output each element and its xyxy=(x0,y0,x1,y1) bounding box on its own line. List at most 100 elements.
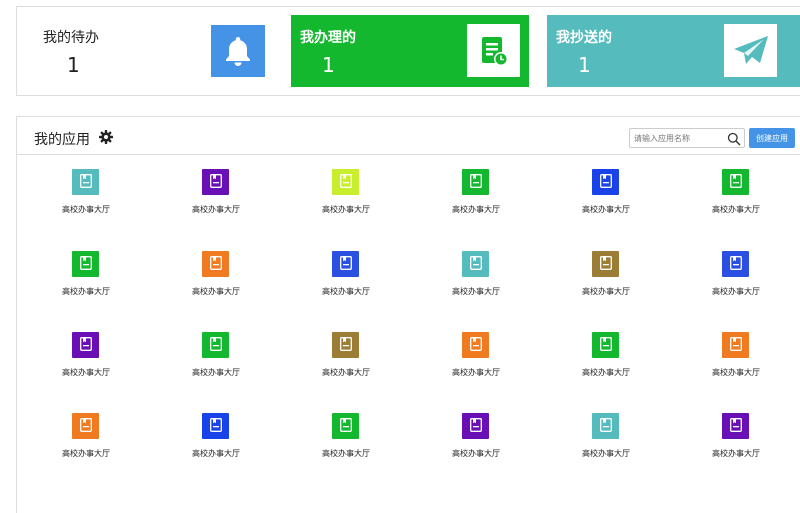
app-document-icon xyxy=(79,336,92,355)
gear-icon[interactable] xyxy=(99,129,113,148)
app-item[interactable]: 高校办事大厅 xyxy=(181,251,251,311)
app-item[interactable]: 高校办事大厅 xyxy=(701,332,771,392)
app-document-icon xyxy=(599,173,612,192)
cc-title: 我抄送的 xyxy=(556,30,612,46)
app-tile[interactable] xyxy=(72,169,99,195)
app-label: 高校办事大厅 xyxy=(712,449,760,458)
app-document-icon xyxy=(469,336,482,355)
app-label: 高校办事大厅 xyxy=(452,368,500,377)
app-item[interactable]: 高校办事大厅 xyxy=(571,169,641,229)
app-item[interactable]: 高校办事大厅 xyxy=(51,332,121,392)
app-item[interactable]: 高校办事大厅 xyxy=(441,169,511,229)
todo-count: 1 xyxy=(67,53,80,77)
app-tile[interactable] xyxy=(722,251,749,277)
app-document-icon xyxy=(339,173,352,192)
app-tile[interactable] xyxy=(462,413,489,439)
app-document-icon xyxy=(599,255,612,274)
app-item[interactable]: 高校办事大厅 xyxy=(701,251,771,311)
app-item[interactable]: 高校办事大厅 xyxy=(311,413,381,473)
app-item[interactable]: 高校办事大厅 xyxy=(311,251,381,311)
bell-icon xyxy=(211,25,265,77)
app-label: 高校办事大厅 xyxy=(452,287,500,296)
app-item[interactable]: 高校办事大厅 xyxy=(441,251,511,311)
app-label: 高校办事大厅 xyxy=(452,449,500,458)
app-tile[interactable] xyxy=(202,169,229,195)
app-tile[interactable] xyxy=(462,251,489,277)
app-item[interactable]: 高校办事大厅 xyxy=(311,169,381,229)
app-document-icon xyxy=(469,417,482,436)
app-tile[interactable] xyxy=(332,332,359,358)
app-tile[interactable] xyxy=(462,332,489,358)
app-item[interactable]: 高校办事大厅 xyxy=(181,169,251,229)
app-label: 高校办事大厅 xyxy=(62,205,110,214)
app-item[interactable]: 高校办事大厅 xyxy=(571,332,641,392)
app-label: 高校办事大厅 xyxy=(582,368,630,377)
app-label: 高校办事大厅 xyxy=(322,287,370,296)
app-label: 高校办事大厅 xyxy=(582,205,630,214)
app-document-icon xyxy=(599,417,612,436)
app-document-icon xyxy=(209,336,222,355)
cc-card[interactable]: 我抄送的 1 xyxy=(547,15,800,87)
app-tile[interactable] xyxy=(722,332,749,358)
app-label: 高校办事大厅 xyxy=(582,287,630,296)
app-tile[interactable] xyxy=(332,413,359,439)
search-box xyxy=(629,128,745,148)
app-tile[interactable] xyxy=(592,169,619,195)
create-app-button[interactable]: 创建应用 xyxy=(749,128,795,148)
app-item[interactable]: 高校办事大厅 xyxy=(571,251,641,311)
app-label: 高校办事大厅 xyxy=(712,205,760,214)
app-label: 高校办事大厅 xyxy=(322,368,370,377)
todo-title: 我的待办 xyxy=(43,30,99,46)
app-document-icon xyxy=(729,255,742,274)
app-label: 高校办事大厅 xyxy=(192,205,240,214)
search-icon[interactable] xyxy=(727,131,741,150)
app-tile[interactable] xyxy=(592,332,619,358)
app-tile[interactable] xyxy=(202,413,229,439)
app-tile[interactable] xyxy=(332,251,359,277)
handled-count: 1 xyxy=(322,53,335,77)
app-label: 高校办事大厅 xyxy=(192,449,240,458)
app-label: 高校办事大厅 xyxy=(582,449,630,458)
cc-count: 1 xyxy=(578,53,591,77)
app-item[interactable]: 高校办事大厅 xyxy=(51,251,121,311)
todo-card[interactable]: 我的待办 1 xyxy=(17,7,282,95)
handled-card[interactable]: 我办理的 1 xyxy=(291,15,529,87)
app-item[interactable]: 高校办事大厅 xyxy=(701,413,771,473)
app-item[interactable]: 高校办事大厅 xyxy=(181,413,251,473)
app-tile[interactable] xyxy=(72,332,99,358)
app-item[interactable]: 高校办事大厅 xyxy=(181,332,251,392)
apps-title: 我的应用 xyxy=(34,132,90,148)
app-tile[interactable] xyxy=(72,413,99,439)
app-item[interactable]: 高校办事大厅 xyxy=(51,169,121,229)
app-document-icon xyxy=(729,336,742,355)
app-label: 高校办事大厅 xyxy=(192,287,240,296)
app-item[interactable]: 高校办事大厅 xyxy=(441,413,511,473)
app-label: 高校办事大厅 xyxy=(322,205,370,214)
app-tile[interactable] xyxy=(462,169,489,195)
app-document-icon xyxy=(209,417,222,436)
app-item[interactable]: 高校办事大厅 xyxy=(441,332,511,392)
search-input[interactable] xyxy=(634,131,722,145)
paper-plane-icon xyxy=(724,24,777,77)
handled-title: 我办理的 xyxy=(300,30,356,46)
app-tile[interactable] xyxy=(332,169,359,195)
app-document-icon xyxy=(339,255,352,274)
app-label: 高校办事大厅 xyxy=(62,449,110,458)
app-item[interactable]: 高校办事大厅 xyxy=(51,413,121,473)
document-clock-icon xyxy=(467,24,520,77)
app-item[interactable]: 高校办事大厅 xyxy=(311,332,381,392)
app-tile[interactable] xyxy=(722,413,749,439)
app-tile[interactable] xyxy=(592,251,619,277)
app-item[interactable]: 高校办事大厅 xyxy=(701,169,771,229)
app-tile[interactable] xyxy=(592,413,619,439)
app-label: 高校办事大厅 xyxy=(712,287,760,296)
app-label: 高校办事大厅 xyxy=(62,287,110,296)
app-document-icon xyxy=(599,336,612,355)
app-tile[interactable] xyxy=(202,332,229,358)
app-tile[interactable] xyxy=(202,251,229,277)
app-document-icon xyxy=(209,173,222,192)
stats-panel: 我的待办 1 我办理的 1 我抄送的 1 xyxy=(16,6,800,96)
app-tile[interactable] xyxy=(722,169,749,195)
app-tile[interactable] xyxy=(72,251,99,277)
app-item[interactable]: 高校办事大厅 xyxy=(571,413,641,473)
